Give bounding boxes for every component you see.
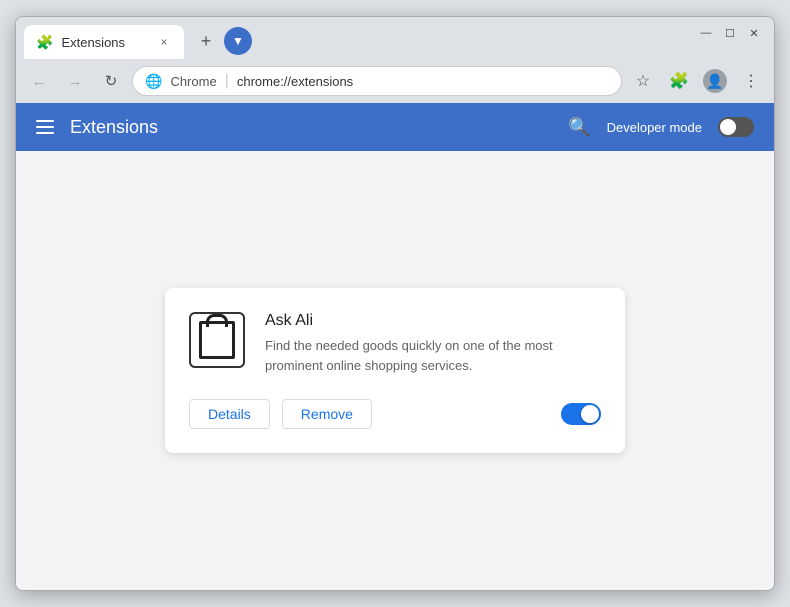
minimize-button[interactable]: — <box>698 25 714 41</box>
close-button[interactable]: ✕ <box>746 25 762 41</box>
address-divider: | <box>225 72 229 90</box>
search-icon[interactable]: 🔍 <box>568 117 590 138</box>
profile-avatar: 👤 <box>703 69 727 93</box>
extension-name: Ask Ali <box>265 312 601 330</box>
new-tab-button[interactable]: + <box>192 27 220 55</box>
extension-toggle-knob <box>581 405 599 423</box>
extensions-page-title: Extensions <box>70 117 158 138</box>
dev-mode-label: Developer mode <box>607 120 702 135</box>
developer-mode-toggle[interactable] <box>718 117 754 137</box>
header-right-controls: 🔍 Developer mode <box>568 117 754 138</box>
nav-bar: ← → ↻ 🌐 Chrome | chrome://extensions ☆ 🧩… <box>16 59 774 103</box>
details-button[interactable]: Details <box>189 399 270 429</box>
extension-description: Find the needed goods quickly on one of … <box>265 336 601 375</box>
hamburger-menu-button[interactable] <box>36 120 54 134</box>
window-controls: — ☐ ✕ <box>698 25 762 41</box>
extension-info: Ask Ali Find the needed goods quickly on… <box>265 312 601 375</box>
extension-card-top: Ask Ali Find the needed goods quickly on… <box>189 312 601 375</box>
active-tab[interactable]: 🧩 Extensions × <box>24 25 184 59</box>
tab-dropdown-button[interactable]: ▼ <box>224 27 252 55</box>
extension-enable-toggle[interactable] <box>561 403 601 425</box>
maximize-button[interactable]: ☐ <box>722 25 738 41</box>
extensions-header: Extensions 🔍 Developer mode <box>16 103 774 151</box>
main-content: risk.com Ask Ali Find the needed goods q… <box>16 151 774 590</box>
address-chrome-label: Chrome <box>170 74 216 89</box>
shopping-bag-icon <box>199 321 235 359</box>
back-button[interactable]: ← <box>24 66 54 96</box>
title-bar: 🧩 Extensions × + ▼ — ☐ ✕ <box>16 17 774 59</box>
extension-icon-box <box>189 312 245 368</box>
browser-window: 🧩 Extensions × + ▼ — ☐ ✕ ← → ↻ 🌐 Chrome … <box>15 16 775 591</box>
extension-card-bottom: Details Remove <box>189 399 601 429</box>
address-globe-icon: 🌐 <box>145 73 162 90</box>
chrome-menu-button[interactable]: ⋮ <box>736 66 766 96</box>
remove-button[interactable]: Remove <box>282 399 372 429</box>
tab-dropdown-arrow-icon: ▼ <box>232 34 244 48</box>
bookmark-button[interactable]: ☆ <box>628 66 658 96</box>
toggle-knob <box>720 119 736 135</box>
extension-card: Ask Ali Find the needed goods quickly on… <box>165 288 625 453</box>
tab-close-btn[interactable]: × <box>156 34 172 50</box>
address-bar[interactable]: 🌐 Chrome | chrome://extensions <box>132 66 622 96</box>
profile-button[interactable]: 👤 <box>700 66 730 96</box>
tab-extension-icon: 🧩 <box>36 34 53 51</box>
extensions-button[interactable]: 🧩 <box>664 66 694 96</box>
forward-button[interactable]: → <box>60 66 90 96</box>
address-url: chrome://extensions <box>237 74 353 89</box>
reload-button[interactable]: ↻ <box>96 66 126 96</box>
tab-label: Extensions <box>61 35 125 50</box>
